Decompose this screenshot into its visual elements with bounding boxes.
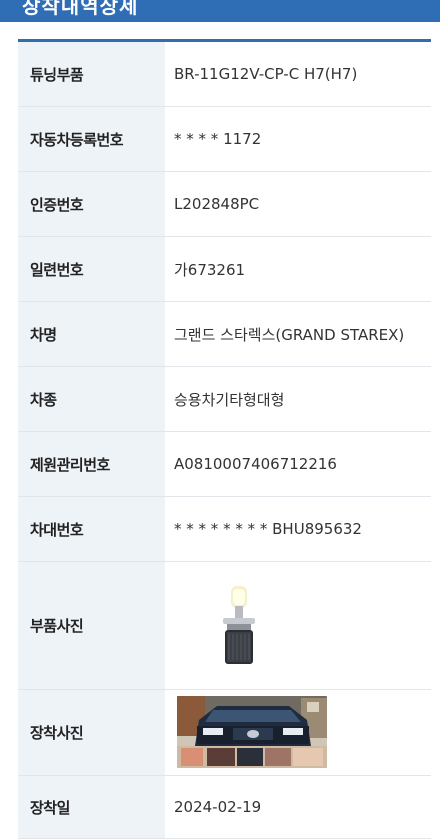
row-label-registration-number: 자동차등록번호 bbox=[18, 107, 165, 171]
page-header: 장착내역상세 bbox=[0, 0, 440, 22]
row-label-part-photo: 부품사진 bbox=[18, 562, 165, 689]
row-label-vin: 차대번호 bbox=[18, 497, 165, 561]
row-label-certification-number: 인증번호 bbox=[18, 172, 165, 236]
table-row: 차대번호 * * * * * * * * BHU895632 bbox=[18, 497, 431, 562]
row-label-spec-management-number: 제원관리번호 bbox=[18, 432, 165, 496]
page-title: 장착내역상세 bbox=[22, 0, 139, 18]
table-row: 인증번호 L202848PC bbox=[18, 172, 431, 237]
row-value-vehicle-type: 승용차기타형대형 bbox=[165, 367, 431, 431]
table-row: 자동차등록번호 * * * * 1172 bbox=[18, 107, 431, 172]
row-value-tuning-part: BR-11G12V-CP-C H7(H7) bbox=[165, 42, 431, 106]
table-row: 제원관리번호 A0810007406712216 bbox=[18, 432, 431, 497]
row-label-tuning-part: 튜닝부품 bbox=[18, 42, 165, 106]
installed-vehicle-photo[interactable] bbox=[177, 696, 327, 768]
install-photo-cell bbox=[165, 690, 431, 775]
table-row: 차종 승용차기타형대형 bbox=[18, 367, 431, 432]
table-row: 장착일 2024-02-19 bbox=[18, 776, 431, 839]
table-row: 장착사진 bbox=[18, 690, 431, 776]
row-value-registration-number: * * * * 1172 bbox=[165, 107, 431, 171]
row-value-certification-number: L202848PC bbox=[165, 172, 431, 236]
row-label-install-date: 장착일 bbox=[18, 776, 165, 838]
table-row: 튜닝부품 BR-11G12V-CP-C H7(H7) bbox=[18, 42, 431, 107]
part-photo-cell bbox=[165, 562, 431, 689]
table-row: 일련번호 가673261 bbox=[18, 237, 431, 302]
table-row: 부품사진 bbox=[18, 562, 431, 690]
row-label-vehicle-type: 차종 bbox=[18, 367, 165, 431]
led-bulb-image[interactable] bbox=[209, 584, 269, 670]
row-label-install-photo: 장착사진 bbox=[18, 690, 165, 775]
row-label-serial-number: 일련번호 bbox=[18, 237, 165, 301]
install-detail-table: 튜닝부품 BR-11G12V-CP-C H7(H7) 자동차등록번호 * * *… bbox=[18, 39, 431, 839]
row-label-vehicle-name: 차명 bbox=[18, 302, 165, 366]
row-value-vin: * * * * * * * * BHU895632 bbox=[165, 497, 431, 561]
row-value-serial-number: 가673261 bbox=[165, 237, 431, 301]
table-row: 차명 그랜드 스타렉스(GRAND STAREX) bbox=[18, 302, 431, 367]
row-value-vehicle-name: 그랜드 스타렉스(GRAND STAREX) bbox=[165, 302, 431, 366]
row-value-install-date: 2024-02-19 bbox=[165, 776, 431, 838]
row-value-spec-management-number: A0810007406712216 bbox=[165, 432, 431, 496]
